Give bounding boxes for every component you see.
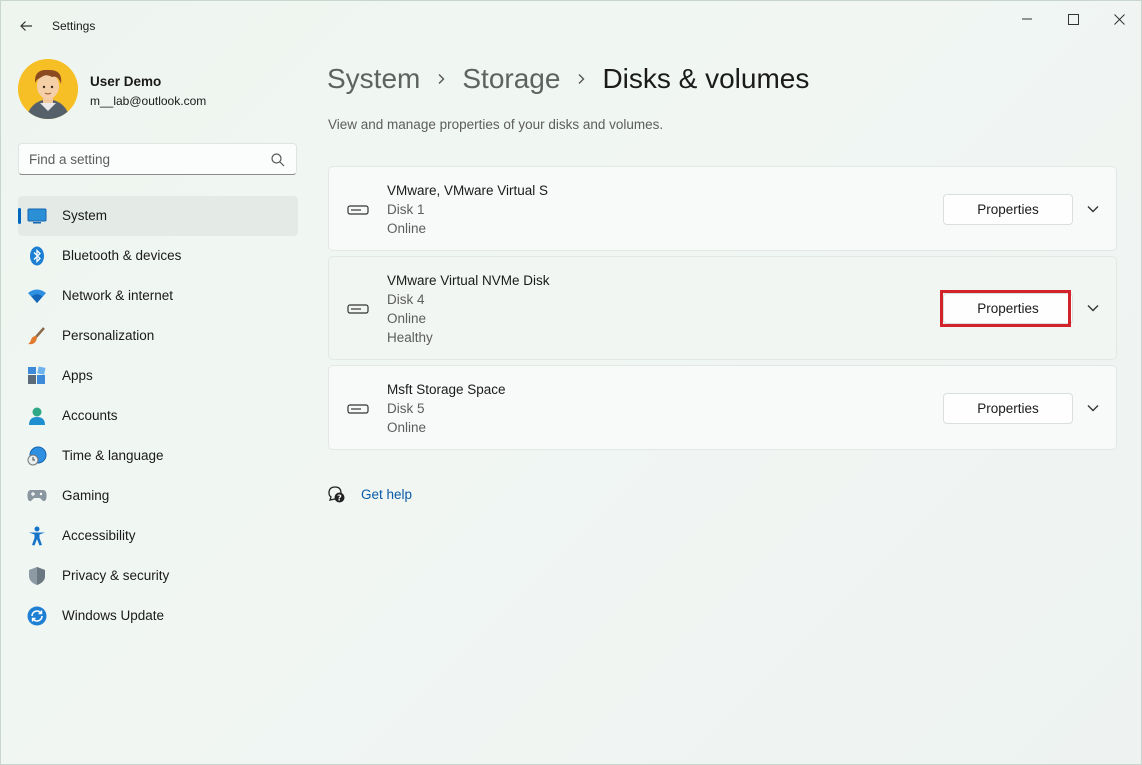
disk-number: Disk 5: [387, 401, 425, 416]
shield-icon: [27, 566, 47, 586]
sidebar-item-accounts[interactable]: Accounts: [18, 396, 298, 436]
system-icon: [27, 206, 47, 226]
sidebar-item-label: Bluetooth & devices: [62, 248, 182, 263]
sidebar-item-label: Windows Update: [62, 608, 165, 623]
accessibility-icon: [27, 526, 47, 546]
user-email: m__lab@outlook.com: [90, 94, 207, 108]
sidebar-item-label: Accessibility: [62, 528, 136, 543]
disk-status: Online: [387, 311, 427, 326]
page-subtitle: View and manage properties of your disks…: [328, 117, 664, 132]
properties-button[interactable]: Properties: [943, 393, 1073, 424]
wifi-icon: [27, 286, 47, 306]
minimize-icon: [1022, 18, 1032, 20]
search-icon[interactable]: [270, 152, 286, 168]
svg-text:?: ?: [337, 494, 342, 503]
sidebar-item-gaming[interactable]: Gaming: [18, 476, 298, 516]
disk-number: Disk 4: [387, 292, 425, 307]
disk-health: Healthy: [387, 330, 433, 345]
get-help-link[interactable]: Get help: [361, 487, 412, 502]
brush-icon: [27, 326, 47, 346]
user-profile[interactable]: User Demo m__lab@outlook.com: [18, 59, 298, 121]
chevron-right-icon: [560, 73, 602, 85]
selection-indicator: [18, 208, 21, 224]
breadcrumb-storage[interactable]: Storage: [462, 63, 560, 95]
disk-card: VMware, VMware Virtual S Disk 1 Online P…: [328, 166, 1117, 251]
title-bar: Settings: [1, 1, 1141, 49]
disk-drive-icon: [347, 304, 369, 314]
sidebar-item-time-language[interactable]: Time & language: [18, 436, 298, 476]
sidebar-item-label: Accounts: [62, 408, 118, 423]
expand-button[interactable]: [1085, 201, 1101, 217]
help-chat-icon: ?: [328, 486, 345, 503]
app-title: Settings: [52, 19, 96, 33]
expand-button[interactable]: [1085, 400, 1101, 416]
time-language-icon: [27, 446, 47, 466]
disk-drive-icon: [347, 404, 369, 414]
sidebar-item-label: Privacy & security: [62, 568, 170, 583]
sidebar-item-personalization[interactable]: Personalization: [18, 316, 298, 356]
apps-icon: [27, 366, 47, 386]
disk-drive-icon: [347, 205, 369, 215]
bluetooth-icon: [27, 246, 47, 266]
accounts-icon: [27, 406, 47, 426]
sidebar-item-label: System: [62, 208, 108, 223]
sidebar-item-network[interactable]: Network & internet: [18, 276, 298, 316]
disk-card: VMware Virtual NVMe Disk Disk 4 Online H…: [328, 256, 1117, 360]
sidebar-item-label: Personalization: [62, 328, 155, 343]
chevron-down-icon: [1087, 305, 1099, 312]
chevron-right-icon: [420, 73, 462, 85]
sidebar-item-windows-update[interactable]: Windows Update: [18, 596, 298, 636]
disk-status: Online: [387, 221, 427, 236]
chevron-down-icon: [1087, 206, 1099, 213]
gamepad-icon: [27, 486, 47, 506]
maximize-icon: [1067, 13, 1079, 25]
disk-status: Online: [387, 420, 427, 435]
sidebar-item-system[interactable]: System: [18, 196, 298, 236]
back-arrow-icon: [20, 21, 32, 31]
sidebar-item-label: Gaming: [62, 488, 110, 503]
sidebar-item-apps[interactable]: Apps: [18, 356, 298, 396]
sidebar-item-bluetooth[interactable]: Bluetooth & devices: [18, 236, 298, 276]
user-name: User Demo: [90, 74, 162, 89]
sidebar-nav: System Bluetooth & devices Network & int…: [18, 196, 298, 636]
sidebar-item-privacy[interactable]: Privacy & security: [18, 556, 298, 596]
page-title: Disks & volumes: [602, 63, 810, 94]
disk-name: Msft Storage Space: [387, 382, 506, 397]
properties-button[interactable]: Properties: [943, 293, 1073, 324]
windows-update-icon: [27, 606, 47, 626]
maximize-button[interactable]: [1050, 3, 1096, 35]
breadcrumb: System Storage Disks & volumes: [327, 59, 809, 99]
avatar-image: [18, 59, 78, 119]
disk-name: VMware, VMware Virtual S: [387, 183, 549, 198]
avatar: [18, 59, 78, 119]
close-button[interactable]: [1096, 3, 1142, 35]
properties-button[interactable]: Properties: [943, 194, 1073, 225]
disk-number: Disk 1: [387, 202, 425, 217]
disk-name: VMware Virtual NVMe Disk: [387, 273, 550, 288]
expand-button[interactable]: [1085, 300, 1101, 316]
breadcrumb-system[interactable]: System: [327, 63, 420, 95]
sidebar-item-label: Network & internet: [62, 288, 174, 303]
minimize-button[interactable]: [1004, 3, 1050, 35]
sidebar-item-label: Time & language: [62, 448, 164, 463]
disk-card: Msft Storage Space Disk 5 Online Propert…: [328, 365, 1117, 450]
settings-window: Settings User Demo m__lab@outlook.com Fi…: [0, 0, 1142, 765]
sidebar-item-accessibility[interactable]: Accessibility: [18, 516, 298, 556]
search-input[interactable]: Find a setting: [29, 152, 110, 167]
back-button[interactable]: [13, 13, 39, 39]
sidebar-item-label: Apps: [62, 368, 93, 383]
close-icon: [1113, 13, 1125, 25]
chevron-down-icon: [1087, 405, 1099, 412]
search-box[interactable]: Find a setting: [18, 143, 297, 175]
